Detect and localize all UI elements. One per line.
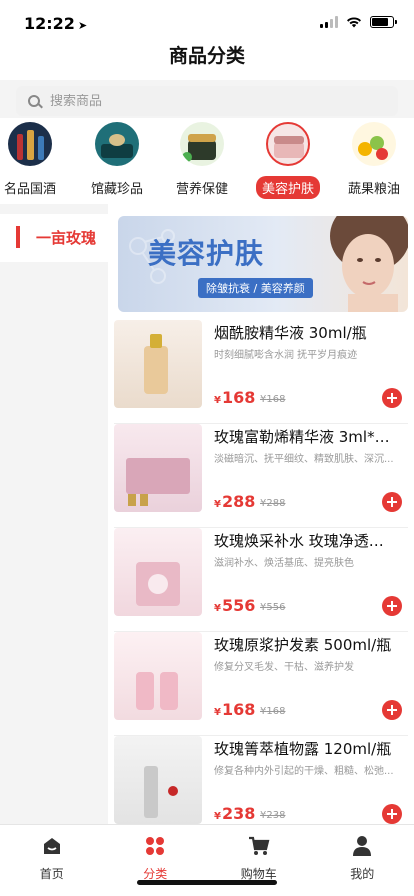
product-original-price: ¥168 <box>260 706 286 717</box>
product-original-price: ¥556 <box>260 602 286 613</box>
category-item-skincare[interactable]: 美容护肤 <box>248 122 328 199</box>
active-indicator <box>16 226 20 248</box>
search-icon <box>28 95 40 107</box>
category-label: 名品国酒 <box>3 182 56 197</box>
cellular-signal-icon <box>320 16 338 28</box>
product-original-price: ¥288 <box>260 498 286 509</box>
product-original-price: ¥238 <box>260 810 286 821</box>
liquor-bottles-icon <box>8 122 52 166</box>
product-original-price: ¥168 <box>260 394 286 405</box>
add-to-cart-button[interactable] <box>382 804 402 824</box>
banner-subtitle: 除皱抗衰 / 美容养颜 <box>198 278 313 298</box>
search-bar[interactable] <box>16 86 398 116</box>
search-input[interactable] <box>50 93 350 109</box>
tab-category[interactable]: 分类 <box>104 825 208 896</box>
fruits-icon <box>352 122 396 166</box>
product-name: 玫瑰原浆护发素 500ml/瓶 <box>214 636 392 654</box>
tab-home[interactable]: 首页 <box>0 825 104 896</box>
product-price: ¥556 <box>214 596 256 615</box>
category-item-health[interactable]: 营养保健 <box>162 122 242 199</box>
product-card[interactable]: 玫瑰焕采补水 玫瑰净透菁... 滋润补水、焕活基底、提亮肤色 ¥556 ¥556 <box>114 528 408 632</box>
wifi-icon <box>347 17 361 28</box>
status-indicators <box>320 16 397 28</box>
tab-label: 我的 <box>350 867 375 881</box>
model-portrait-image <box>308 216 408 312</box>
tab-profile[interactable]: 我的 <box>311 825 414 896</box>
product-image <box>114 736 202 824</box>
category-item-liquor[interactable]: 名品国酒 <box>0 122 70 199</box>
bottom-tab-bar: 首页 分类 购物车 我的 <box>0 824 414 896</box>
status-time: 12:22 ➤ <box>24 14 87 33</box>
add-to-cart-button[interactable] <box>382 388 402 408</box>
category-icon <box>146 837 165 855</box>
clock-text: 12:22 <box>24 14 75 33</box>
product-card[interactable]: 玫瑰原浆护发素 500ml/瓶 修复分叉毛发、干枯、滋养护发 ¥168 ¥168 <box>114 632 408 736</box>
tab-cart[interactable]: 购物车 <box>207 825 311 896</box>
home-icon <box>43 838 60 854</box>
add-to-cart-button[interactable] <box>382 700 402 720</box>
category-item-collection[interactable]: 馆藏珍品 <box>77 122 157 199</box>
sidebar-item-label: 一亩玫瑰 <box>36 229 97 247</box>
banner-title: 美容护肤 <box>148 237 265 270</box>
home-indicator <box>137 880 277 885</box>
page-title: 商品分类 <box>168 45 245 67</box>
status-bar: 12:22 ➤ <box>0 0 414 44</box>
product-card[interactable]: 玫瑰箐萃植物露 120ml/瓶 修复各种内外引起的干燥、粗糙、松弛... ¥23… <box>114 736 408 824</box>
product-name: 玫瑰箐萃植物露 120ml/瓶 <box>214 740 392 758</box>
product-image <box>114 320 202 408</box>
product-image <box>114 528 202 616</box>
skincare-jar-icon <box>266 122 310 166</box>
category-label: 馆藏珍品 <box>90 182 143 197</box>
category-carousel[interactable]: 名品国酒 馆藏珍品 营养保健 美容护肤 蔬果粮油 <box>0 118 414 204</box>
cart-icon <box>248 836 270 855</box>
category-label: 营养保健 <box>175 182 228 197</box>
product-description: 修复各种内外引起的干燥、粗糙、松弛... <box>214 766 394 777</box>
product-description: 修复分叉毛发、干枯、滋养护发 <box>214 662 354 673</box>
location-arrow-icon: ➤ <box>77 19 88 32</box>
battery-icon <box>370 16 397 28</box>
sidebar: 一亩玫瑰 <box>0 204 108 824</box>
user-icon <box>353 836 372 856</box>
category-item-produce[interactable]: 蔬果粮油 <box>334 122 414 199</box>
product-name: 玫瑰焕采补水 玫瑰净透菁... <box>214 532 396 550</box>
category-label: 蔬果粮油 <box>347 182 400 197</box>
category-label: 美容护肤 <box>255 176 320 199</box>
product-image <box>114 424 202 512</box>
add-to-cart-button[interactable] <box>382 596 402 616</box>
product-price: ¥168 <box>214 700 256 719</box>
product-image <box>114 632 202 720</box>
health-jar-icon <box>180 122 224 166</box>
tab-label: 首页 <box>39 867 64 881</box>
product-card[interactable]: 烟酰胺精华液 30ml/瓶 时刻细腻嘭含水润 抚平岁月痕迹 ¥168 ¥168 <box>114 320 408 424</box>
product-description: 淡磁暗沉、抚平细纹、精致肌肤、深沉... <box>214 454 394 465</box>
nav-bar: 商品分类 <box>0 44 414 80</box>
product-description: 滋润补水、焕活基底、提亮肤色 <box>214 558 354 569</box>
product-description: 时刻细腻嘭含水润 抚平岁月痕迹 <box>214 350 358 361</box>
product-name: 玫瑰富勒烯精华液 3ml*4... <box>214 428 396 446</box>
treasure-icon <box>95 122 139 166</box>
product-price: ¥238 <box>214 804 256 823</box>
product-name: 烟酰胺精华液 30ml/瓶 <box>214 324 367 342</box>
product-card[interactable]: 玫瑰富勒烯精华液 3ml*4... 淡磁暗沉、抚平细纹、精致肌肤、深沉... ¥… <box>114 424 408 528</box>
add-to-cart-button[interactable] <box>382 492 402 512</box>
sidebar-item-rose[interactable]: 一亩玫瑰 <box>0 214 108 262</box>
product-list-panel[interactable]: 美容护肤 除皱抗衰 / 美容养颜 烟酰胺精华液 30ml/瓶 时刻细腻嘭含水润 … <box>108 204 414 824</box>
product-price: ¥168 <box>214 388 256 407</box>
category-banner[interactable]: 美容护肤 除皱抗衰 / 美容养颜 <box>118 216 408 312</box>
product-price: ¥288 <box>214 492 256 511</box>
